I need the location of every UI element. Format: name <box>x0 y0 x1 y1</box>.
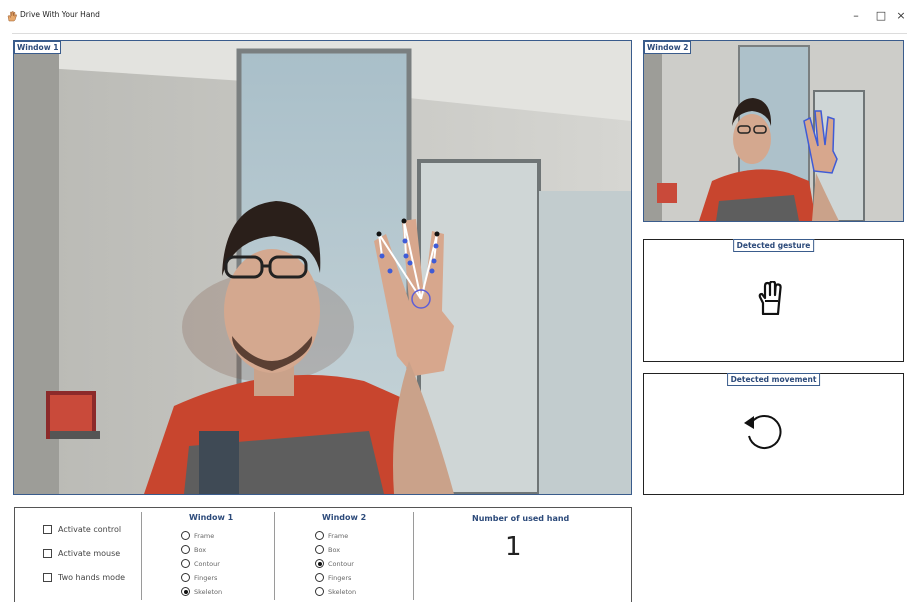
maximize-button[interactable]: □ <box>870 6 892 26</box>
w2-radio-frame[interactable]: Frame <box>315 531 348 540</box>
title-separator <box>12 33 907 34</box>
detected-gesture-box: Detected gesture <box>643 239 904 362</box>
radio-button[interactable] <box>181 573 190 582</box>
used-hands-value: 1 <box>505 532 522 562</box>
w1-radio-box[interactable]: Box <box>181 545 206 554</box>
radio-button[interactable] <box>315 587 324 596</box>
w1-radio-fingers[interactable]: Fingers <box>181 573 217 582</box>
activate-mouse-checkbox[interactable]: Activate mouse <box>43 549 120 558</box>
three-fingers-hand-icon <box>758 281 782 315</box>
w1-radio-contour[interactable]: Contour <box>181 559 220 568</box>
radio-label: Skeleton <box>328 587 357 596</box>
close-button[interactable]: × <box>893 6 909 26</box>
radio-button[interactable] <box>181 559 190 568</box>
window-title: Drive With Your Hand <box>20 10 100 19</box>
radio-label: Box <box>194 545 207 554</box>
checkbox-box[interactable] <box>43 549 52 558</box>
separator <box>141 512 142 600</box>
radio-button[interactable] <box>315 573 324 582</box>
detected-movement-label: Detected movement <box>726 373 821 386</box>
activate-control-checkbox[interactable]: Activate control <box>43 525 121 534</box>
radio-label: Skeleton <box>194 587 223 596</box>
window-2-label: Window 2 <box>644 41 692 54</box>
minimize-button[interactable]: – <box>845 6 867 26</box>
w1-radio-skeleton[interactable]: Skeleton <box>181 587 222 596</box>
contour-frame-image <box>644 41 903 221</box>
w2-radio-contour[interactable]: Contour <box>315 559 354 568</box>
radio-label: Frame <box>194 531 215 540</box>
radio-label: Contour <box>194 559 220 568</box>
radio-label: Fingers <box>328 573 352 582</box>
radio-button[interactable] <box>181 531 190 540</box>
detected-gesture-label: Detected gesture <box>732 239 815 252</box>
detected-movement-box: Detected movement <box>643 373 904 495</box>
radio-button-selected[interactable] <box>315 559 324 568</box>
checkbox-label: Two hands mode <box>58 573 126 582</box>
window-2-column-title: Window 2 <box>322 513 367 522</box>
checkbox-box[interactable] <box>43 525 52 534</box>
checkbox-box[interactable] <box>43 573 52 582</box>
rotate-ccw-icon <box>744 415 782 449</box>
radio-button[interactable] <box>315 531 324 540</box>
two-hands-mode-checkbox[interactable]: Two hands mode <box>43 573 125 582</box>
hand-app-icon <box>7 11 18 22</box>
separator <box>413 512 414 600</box>
w2-radio-skeleton[interactable]: Skeleton <box>315 587 356 596</box>
radio-button-selected[interactable] <box>181 587 190 596</box>
radio-label: Box <box>328 545 341 554</box>
radio-label: Frame <box>328 531 349 540</box>
w2-radio-box[interactable]: Box <box>315 545 340 554</box>
window-1-column-title: Window 1 <box>189 513 234 522</box>
radio-button[interactable] <box>315 545 324 554</box>
separator <box>274 512 275 600</box>
window-1-label: Window 1 <box>14 41 62 54</box>
used-hands-title: Number of used hand <box>472 514 570 523</box>
title-bar: Drive With Your Hand – □ × <box>0 0 909 32</box>
checkbox-label: Activate control <box>58 525 122 534</box>
window-1-camera-view: Window 1 <box>13 40 632 495</box>
radio-button[interactable] <box>181 545 190 554</box>
radio-label: Contour <box>328 559 354 568</box>
w2-radio-fingers[interactable]: Fingers <box>315 573 351 582</box>
radio-label: Fingers <box>194 573 218 582</box>
checkbox-label: Activate mouse <box>58 549 121 558</box>
camera-frame-image <box>14 41 631 494</box>
window-2-camera-view: Window 2 <box>643 40 904 222</box>
w1-radio-frame[interactable]: Frame <box>181 531 214 540</box>
